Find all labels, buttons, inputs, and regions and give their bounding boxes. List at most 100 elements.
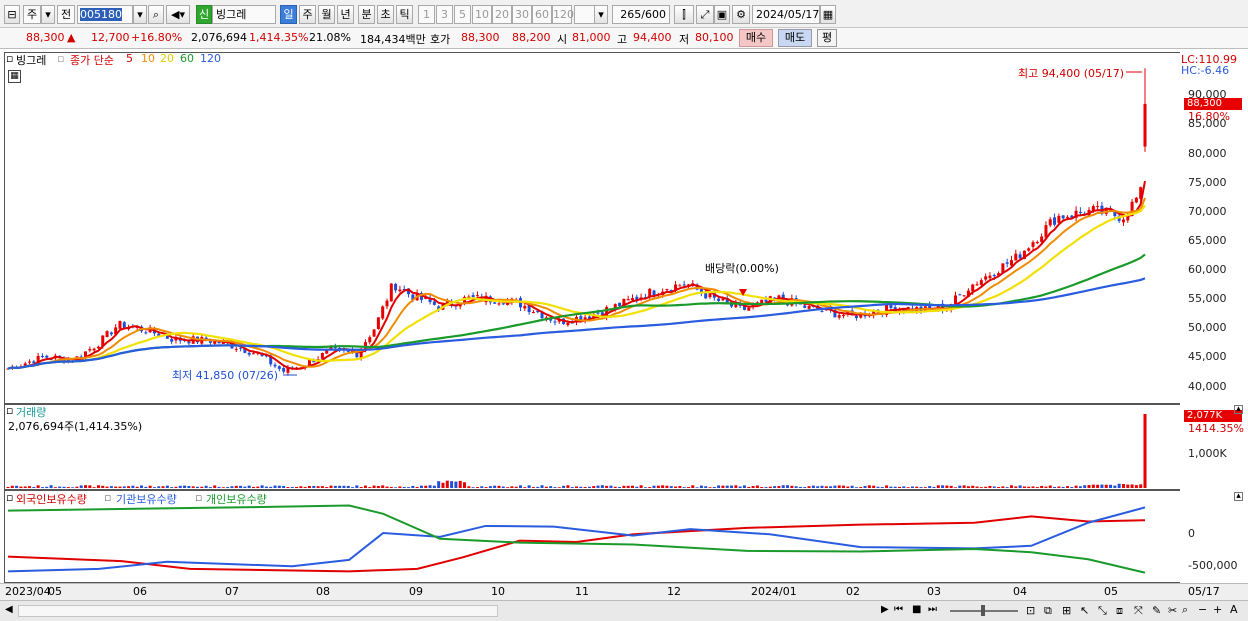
volume-bar <box>803 487 807 488</box>
volume-bar <box>941 485 945 488</box>
pane-close-icon[interactable]: ▫ <box>6 52 13 65</box>
candle-body <box>837 315 841 318</box>
volume-bar <box>971 485 975 488</box>
fast-forward-icon[interactable]: ⏭ <box>928 604 937 615</box>
foreign-holdings-label: 외국인보유수량 <box>16 493 87 506</box>
holdings-close-icon[interactable]: ▫ <box>6 491 13 504</box>
volume-bar <box>1061 486 1065 488</box>
candle-body <box>372 329 376 337</box>
candle-body <box>1061 215 1065 219</box>
volume-bar <box>867 485 871 488</box>
volume-bar <box>407 487 411 488</box>
scissor-icon[interactable]: ✂ <box>1168 604 1177 617</box>
zoom-slider-handle[interactable] <box>981 605 985 616</box>
volume-bar <box>299 486 303 488</box>
volume-bar <box>363 485 367 488</box>
volume-bar <box>1057 486 1061 488</box>
ma-close-icon[interactable]: ▫ <box>57 52 64 65</box>
candle-body <box>96 346 100 349</box>
volume-bar <box>191 486 195 488</box>
zoom-out-icon[interactable]: − <box>1198 603 1207 616</box>
overlay-icon[interactable]: ⧈ <box>1116 604 1123 618</box>
candle-body <box>652 290 656 296</box>
volume-bar <box>583 486 587 488</box>
volume-bar <box>712 486 716 488</box>
volume-close-icon[interactable]: ▫ <box>6 404 13 417</box>
volume-bar <box>174 486 178 488</box>
ma5-label: 5 <box>126 52 133 65</box>
ma-label: 종가 단순 <box>70 54 114 67</box>
dividend-annotation: 배당락(0.00%) <box>705 262 779 275</box>
volume-bar <box>1027 486 1031 488</box>
compare-icon[interactable]: ⤡ <box>1098 604 1107 618</box>
volume-bar <box>824 486 828 488</box>
link-icon[interactable]: ⤧ <box>1134 604 1143 618</box>
candle-body <box>820 310 824 312</box>
volume-bar <box>1074 485 1078 488</box>
indiv-close-icon[interactable]: ▫ <box>195 491 202 504</box>
split-icon[interactable]: ⊞ <box>1062 604 1071 617</box>
candle-body <box>1143 103 1147 147</box>
volume-bar <box>454 481 458 488</box>
volume-bar <box>742 485 746 488</box>
scroll-bar[interactable]: ◀ ▶ ⏮ ■ ⏭ ⊡ ⧉ ⊞ ↖ ⤡ ⧈ ⤧ ✎ ✂ ⌕ − + A <box>0 600 1248 621</box>
draw-icon[interactable]: ✎ <box>1152 604 1161 617</box>
volume-bar <box>906 487 910 488</box>
volume-bar <box>230 486 234 488</box>
table-icon[interactable]: ▦ <box>8 70 21 83</box>
volume-bar <box>251 486 255 488</box>
volume-expand-icon[interactable]: ▴ <box>1234 405 1243 414</box>
candle-body <box>368 337 372 343</box>
holdings-expand-icon[interactable]: ▴ <box>1234 492 1243 501</box>
candle-body <box>553 321 557 323</box>
candle-body <box>394 283 398 291</box>
candle-body <box>842 314 846 316</box>
volume-bar <box>79 485 83 488</box>
volume-bar <box>842 485 846 488</box>
rewind-icon[interactable]: ⏮ <box>894 604 903 615</box>
candle-body <box>979 280 983 285</box>
candle-body <box>45 355 49 358</box>
candle-body <box>92 348 96 351</box>
volume-bar <box>643 487 647 488</box>
volume-bar <box>1070 487 1074 488</box>
volume-bar <box>1035 487 1039 488</box>
volume-bar <box>161 486 165 488</box>
window-icon[interactable]: ⧉ <box>1044 604 1052 618</box>
zoom-icon[interactable]: ⌕ <box>1182 603 1188 617</box>
volume-bar <box>84 485 88 488</box>
inst-close-icon[interactable]: ▫ <box>104 491 111 504</box>
volume-pct-tag: 1414.35% <box>1188 422 1244 435</box>
volume-bar <box>243 486 247 488</box>
institution-holdings-line <box>7 506 1146 573</box>
chart-canvas[interactable] <box>0 0 1248 621</box>
volume-bar <box>574 486 579 488</box>
scroll-track[interactable] <box>18 605 498 617</box>
ma10-label: 10 <box>141 52 155 65</box>
volume-bar <box>979 487 983 488</box>
stop-icon[interactable]: ■ <box>912 604 921 615</box>
x-tick-label: 02 <box>846 585 860 598</box>
volume-bar <box>674 486 678 488</box>
zoom-in-icon[interactable]: + <box>1213 603 1222 616</box>
volume-bar <box>807 486 811 488</box>
candle-body <box>320 353 324 359</box>
volume-bar <box>1134 485 1138 488</box>
volume-bar <box>523 487 527 488</box>
volume-bar <box>656 485 660 488</box>
volume-bar <box>467 486 471 488</box>
volume-bar <box>579 486 583 488</box>
font-size-icon[interactable]: A <box>1230 603 1238 616</box>
volume-bar <box>269 486 273 488</box>
candle-body <box>282 368 286 372</box>
candle-body <box>760 299 764 304</box>
scroll-right-icon[interactable]: ▶ <box>881 604 889 615</box>
layout-icon[interactable]: ⊡ <box>1026 604 1035 617</box>
candle-body <box>764 299 768 302</box>
stock-label: 빙그레 <box>16 54 47 67</box>
scroll-left-icon[interactable]: ◀ <box>5 604 13 615</box>
cursor-icon[interactable]: ↖ <box>1080 604 1089 617</box>
volume-bar <box>592 486 596 488</box>
volume-bar <box>997 487 1001 488</box>
volume-bar <box>846 486 850 488</box>
